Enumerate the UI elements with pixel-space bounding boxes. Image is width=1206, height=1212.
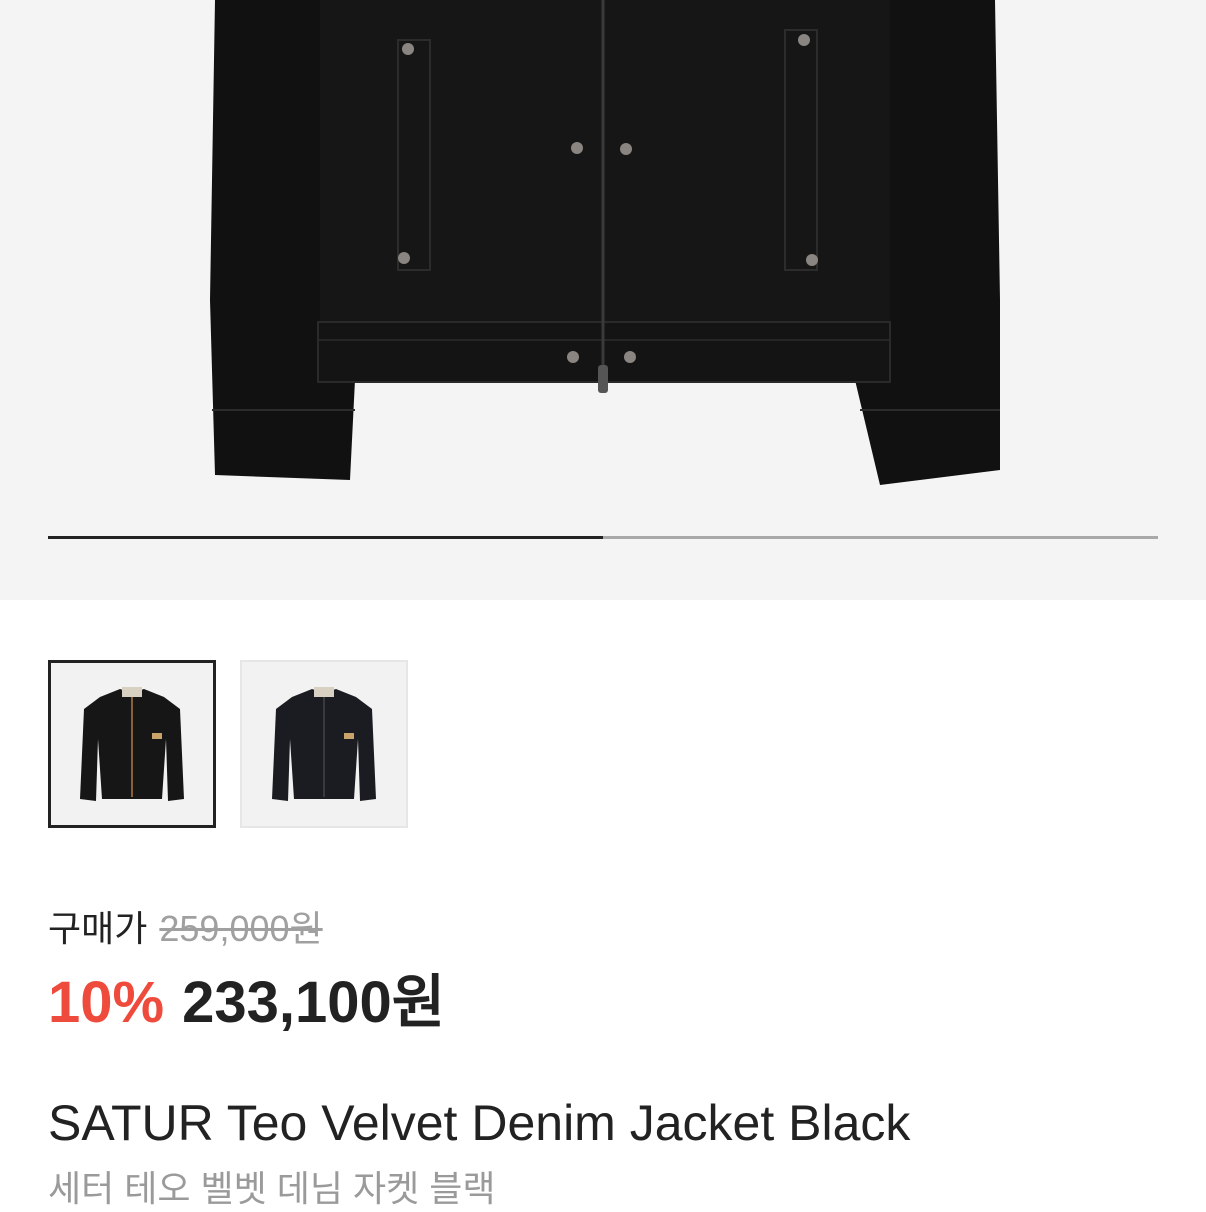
thumbnail-list (48, 660, 408, 828)
carousel-progress-bar (48, 536, 1158, 539)
price-label-row: 구매가 259,000원 (48, 900, 323, 952)
final-price: 233,100원 (182, 970, 446, 1035)
original-price: 259,000원 (159, 908, 323, 949)
price-label: 구매가 (48, 908, 148, 949)
price-row: 10% 233,100원 (48, 955, 445, 1039)
carousel-progress-fill (48, 536, 603, 539)
jacket-main-image (210, 0, 1000, 485)
thumbnail-2[interactable] (240, 660, 408, 828)
product-image-carousel[interactable] (0, 0, 1206, 600)
thumbnail-1[interactable] (48, 660, 216, 828)
product-name: SATUR Teo Velvet Denim Jacket Black (48, 1095, 911, 1151)
jacket-thumbnail-image (272, 687, 376, 801)
product-name-korean: 세터 테오 벨벳 데님 자켓 블랙 (48, 1168, 496, 1209)
jacket-thumbnail-image (80, 687, 184, 801)
discount-rate: 10% (48, 970, 165, 1035)
